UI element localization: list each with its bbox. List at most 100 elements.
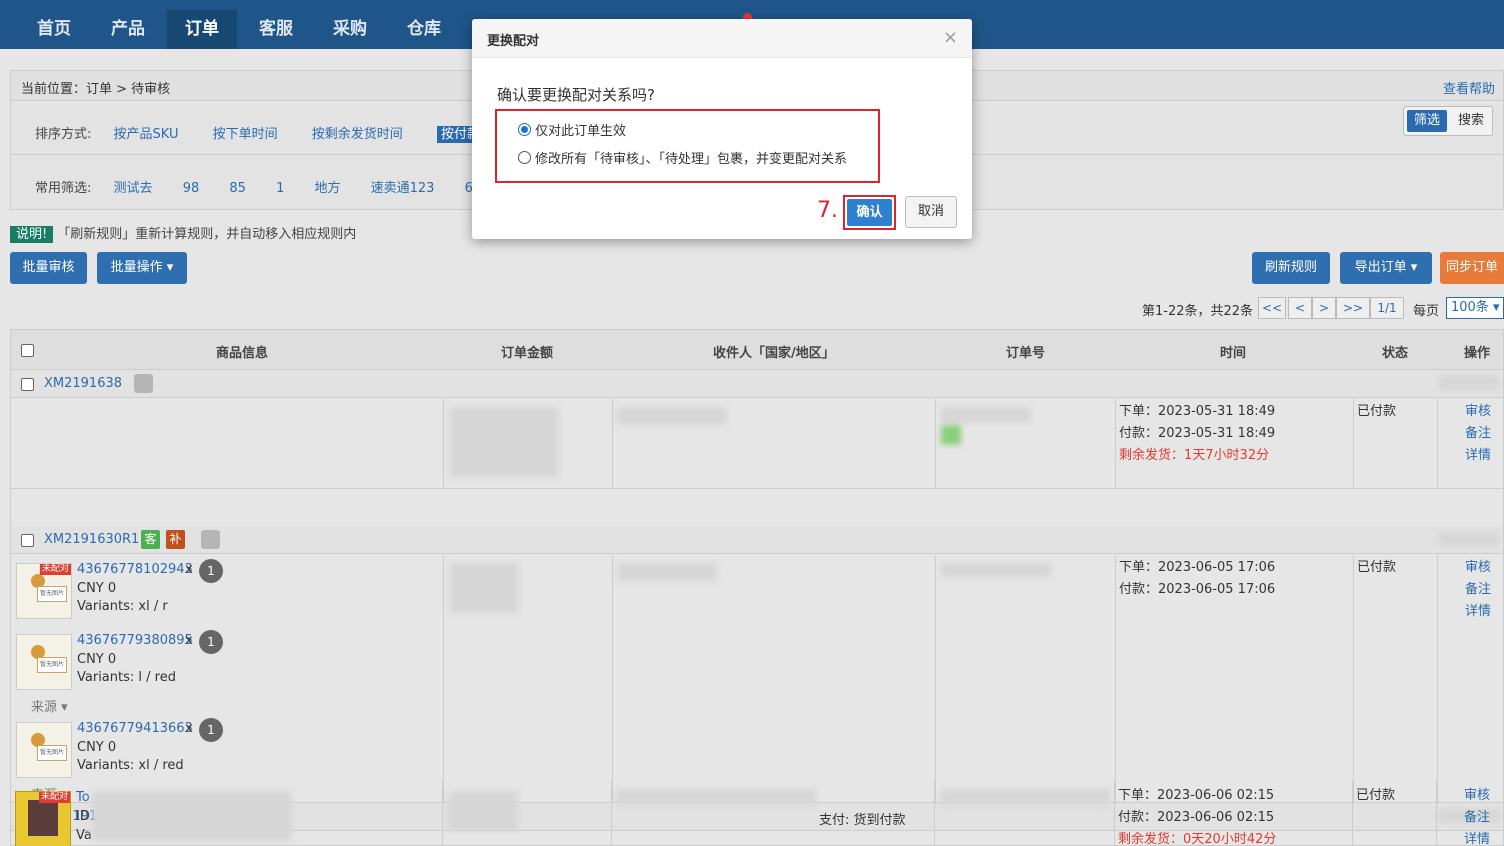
product-variants: Variants: l / red: [77, 670, 176, 685]
filter-option[interactable]: 测试去: [114, 181, 153, 196]
product-thumbnail[interactable]: 暂无图片: [16, 634, 72, 690]
order-flag-icon[interactable]: [134, 374, 153, 393]
order-flag-icon[interactable]: [201, 530, 220, 549]
filter-search-toggle: 筛选 搜索: [1403, 106, 1493, 136]
select-all-checkbox[interactable]: [21, 344, 34, 357]
column-divider: [1353, 555, 1354, 802]
source-dropdown[interactable]: 来源 ▾: [31, 696, 68, 715]
per-page-select[interactable]: 100条 ▾: [1446, 297, 1504, 319]
refresh-rules-button[interactable]: 刷新规则: [1252, 252, 1330, 284]
product-thumbnail[interactable]: 暂无图片: [16, 722, 72, 778]
unmatched-ribbon: 未配对: [38, 792, 70, 803]
order-body-row-partial: 未配对 To ID Va 下单：2023-06-06 02:15 付款：2023…: [10, 781, 1504, 846]
no-image-board: 暂无图片: [37, 745, 67, 761]
column-divider: [443, 399, 444, 488]
no-image-board: 暂无图片: [37, 657, 67, 673]
blurred-recipient: [616, 789, 816, 805]
column-divider: [443, 555, 444, 802]
remaining-ship-time: 剩余发货：1天7小时32分: [1119, 448, 1270, 463]
details-link[interactable]: 详情: [1464, 829, 1490, 846]
blurred-product-info: [92, 791, 292, 841]
export-orders-button[interactable]: 导出订单 ▾: [1340, 252, 1432, 284]
option-all-packages-label[interactable]: 修改所有「待审核」、「待处理」包裹，并变更配对关系: [535, 148, 847, 167]
remark-link[interactable]: 备注: [1465, 423, 1491, 445]
dialog-title: 更换配对: [487, 34, 540, 49]
pager-first-button[interactable]: <<: [1258, 297, 1286, 319]
close-icon[interactable]: ×: [943, 27, 958, 48]
remark-link[interactable]: 备注: [1464, 807, 1490, 829]
blurred-platform-icon: [941, 425, 961, 445]
nav-orders[interactable]: 订单: [167, 10, 237, 49]
details-link[interactable]: 详情: [1465, 601, 1491, 623]
payment-time: 付款：2023-05-31 18:49: [1119, 426, 1276, 441]
column-divider: [1437, 399, 1438, 488]
details-link[interactable]: 详情: [1465, 445, 1491, 467]
product-variants: Variants: xl / r: [77, 599, 168, 614]
column-divider: [1352, 781, 1353, 846]
blurred-recipient: [617, 407, 727, 425]
column-divider: [934, 781, 935, 846]
note-tag: 说明!: [10, 226, 54, 243]
column-divider: [1436, 781, 1437, 846]
nav-warehouse[interactable]: 仓库: [389, 10, 459, 49]
order-body-row: 下单：2023-05-31 18:49 付款：2023-05-31 18:49 …: [11, 399, 1503, 489]
quantity-x: x: [185, 721, 193, 736]
option-all-packages-radio[interactable]: [518, 151, 531, 164]
breadcrumb-path: 订单 > 待审核: [86, 82, 171, 97]
pager-next-button[interactable]: >: [1312, 297, 1336, 319]
order-number-link[interactable]: XM2191630R1: [44, 532, 139, 547]
sort-label: 排序方式:: [35, 127, 92, 142]
sort-by-order-time[interactable]: 按下单时间: [213, 127, 278, 142]
product-thumbnail[interactable]: 暂无图片 未配对: [16, 563, 72, 619]
cancel-button[interactable]: 取消: [905, 196, 957, 228]
review-link[interactable]: 审核: [1464, 785, 1490, 807]
filter-option[interactable]: 98: [183, 181, 200, 196]
pager-prev-button[interactable]: <: [1288, 297, 1312, 319]
column-divider: [935, 399, 936, 488]
nav-products[interactable]: 产品: [93, 10, 163, 49]
review-link[interactable]: 审核: [1465, 401, 1491, 423]
confirm-button[interactable]: 确认: [847, 199, 892, 226]
product-variants: Variants: xl / red: [77, 758, 184, 773]
help-link[interactable]: 查看帮助: [1443, 78, 1495, 97]
nav-customer-service[interactable]: 客服: [241, 10, 311, 49]
order-checkbox[interactable]: [21, 378, 34, 391]
sort-by-remaining-time[interactable]: 按剩余发货时间: [312, 127, 403, 142]
quantity-x: x: [185, 633, 193, 648]
product-thumbnail[interactable]: 未配对: [15, 791, 71, 846]
blurred-order-id: [940, 789, 1110, 805]
order-status: 已付款: [1357, 404, 1397, 419]
option-this-order-radio[interactable]: [518, 123, 531, 136]
filter-option[interactable]: 地方: [314, 181, 340, 196]
breadcrumb-prefix: 当前位置：: [21, 82, 87, 97]
order-number-link[interactable]: XM2191638: [44, 376, 122, 391]
header-product-info: 商品信息: [216, 346, 269, 361]
nav-home[interactable]: 首页: [19, 10, 89, 49]
column-divider: [1115, 399, 1116, 488]
order-header-row: XM2191630R1 客 补: [11, 526, 1503, 554]
filter-option[interactable]: 速卖通123: [371, 181, 435, 196]
option-this-order-label[interactable]: 仅对此订单生效: [535, 120, 626, 139]
sort-row: 排序方式: 按产品SKU 按下单时间 按剩余发货时间 按付款时: [35, 123, 527, 143]
batch-review-button[interactable]: 批量审核: [10, 252, 87, 284]
filter-option[interactable]: 85: [229, 181, 246, 196]
order-time: 下单：2023-06-05 17:06: [1119, 560, 1276, 575]
sync-orders-button[interactable]: 同步订单: [1440, 252, 1504, 284]
pager-last-button[interactable]: >>: [1336, 297, 1370, 319]
product-variants-prefix: Va: [76, 828, 92, 843]
column-divider: [612, 399, 613, 488]
sort-by-sku[interactable]: 按产品SKU: [114, 127, 179, 142]
search-toggle-button[interactable]: 搜索: [1451, 110, 1491, 132]
no-image-board: 暂无图片: [37, 586, 67, 602]
batch-operations-button[interactable]: 批量操作 ▾: [97, 252, 187, 284]
review-link[interactable]: 审核: [1465, 557, 1491, 579]
header-amount: 订单金额: [501, 346, 554, 361]
remark-link[interactable]: 备注: [1465, 579, 1491, 601]
filter-toggle-button[interactable]: 筛选: [1407, 110, 1447, 132]
header-actions: 操作: [1464, 346, 1491, 361]
filter-option[interactable]: 1: [276, 181, 284, 196]
order-checkbox[interactable]: [21, 534, 34, 547]
resend-badge: 补: [166, 530, 185, 549]
nav-purchasing[interactable]: 采购: [315, 10, 385, 49]
column-divider: [1353, 399, 1354, 488]
